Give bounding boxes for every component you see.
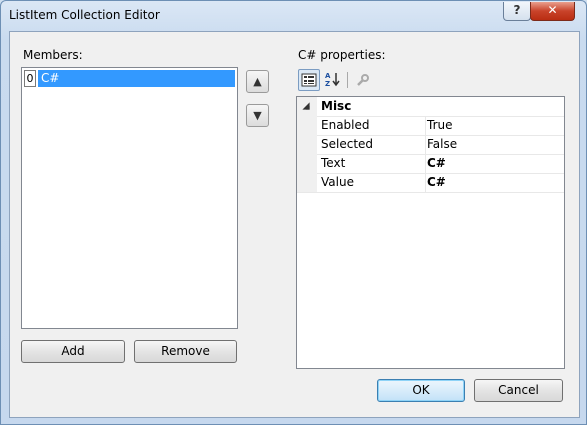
property-value[interactable]: False [425,135,565,154]
row-gutter [297,154,317,173]
property-row-enabled[interactable]: Enabled True [297,116,564,136]
row-gutter [297,116,317,135]
category-row[interactable]: Misc [297,97,564,117]
property-row-selected[interactable]: Selected False [297,135,564,155]
categorized-icon [301,73,317,87]
arrow-down-icon: ▼ [253,109,262,122]
collapse-icon[interactable] [302,102,310,110]
svg-text:A: A [325,72,331,80]
property-name: Selected [321,137,374,151]
property-grid[interactable]: Misc Enabled True Selected False Text C#… [296,96,565,369]
dialog-body: Members: 0 C# ▲ ▼ Add Remove C# properti… [9,31,580,418]
properties-label: C# properties: [298,48,386,62]
members-label: Members: [23,48,83,62]
add-button[interactable]: Add [21,340,125,363]
row-gutter [297,97,317,116]
wrench-icon [357,74,369,86]
move-up-button[interactable]: ▲ [246,70,269,93]
toolbar-separator [347,72,348,88]
title-bar[interactable]: ListItem Collection Editor ? ✕ [1,1,586,31]
property-row-value[interactable]: Value C# [297,173,564,193]
arrow-up-icon: ▲ [253,75,262,88]
close-button[interactable]: ✕ [530,2,575,21]
members-listbox[interactable]: 0 C# [21,67,238,329]
property-pages-button[interactable] [352,69,374,91]
remove-button[interactable]: Remove [134,340,237,363]
svg-text:Z: Z [325,80,330,87]
row-gutter [297,135,317,154]
property-name: Value [321,175,354,189]
property-row-text[interactable]: Text C# [297,154,564,174]
alphabetical-button[interactable]: A Z [322,69,344,91]
list-item-text: C# [38,70,235,87]
property-value[interactable]: C# [425,154,565,173]
row-gutter [297,173,317,192]
window-title: ListItem Collection Editor [9,8,160,22]
categorized-button[interactable] [298,69,320,91]
property-value[interactable]: C# [425,173,565,192]
dialog-window: ListItem Collection Editor ? ✕ Members: … [0,0,587,425]
help-button[interactable]: ? [503,2,531,21]
property-name: Enabled [321,118,370,132]
ok-button[interactable]: OK [377,379,465,402]
property-value[interactable]: True [425,116,565,135]
property-name: Text [321,156,346,170]
category-name: Misc [321,99,352,113]
cancel-button[interactable]: Cancel [474,379,563,402]
list-item[interactable]: 0 C# [24,70,235,87]
alphabetical-icon: A Z [325,72,340,88]
move-down-button[interactable]: ▼ [246,104,269,127]
list-item-index: 0 [24,70,36,87]
